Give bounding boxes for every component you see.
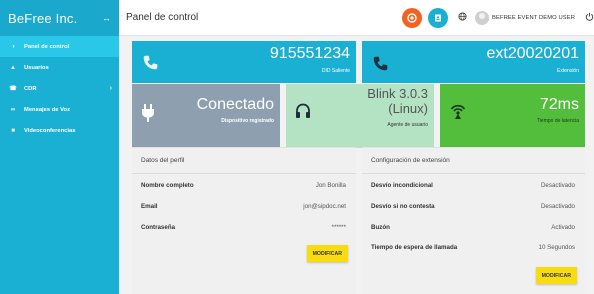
contacts-button[interactable] [428,7,449,28]
row-label: Nombre completo [141,182,194,189]
profile-panel: Datos del perfil Nombre completo Jon Bon… [132,147,356,294]
row-value: Jon Bonilla [315,182,346,189]
profile-panel-title: Datos del perfil [132,148,356,174]
ext-row-unconditional-forward: Desvío incondicional Desactivado [371,182,575,189]
sidebar-item-label: Mensajes de Voz [24,106,70,113]
avatar[interactable] [475,10,490,25]
sidebar-item-videoconferencias[interactable]: ■ Videoconferencias [0,120,119,141]
support-button[interactable] [402,7,423,28]
row-label: Tiempo de espera de llamada [371,244,458,251]
plug-icon [141,104,155,127]
dashboard-icon: ◑ [11,43,15,50]
agent-label: Agente de usuario [387,122,428,128]
profile-row-email: Email jon@sipdoc.net [141,203,346,210]
address-book-icon [435,14,442,21]
row-label: Desvío incondicional [371,182,433,189]
sidebar-item-label: Panel de control [24,43,70,50]
connection-card: Conectado Dispositivo registrado [132,84,280,148]
ext-row-no-answer-forward: Desvío si no contesta Desactivado [371,203,575,210]
phone-icon: ☎ [9,86,17,92]
sidebar: BeFree Inc. ↔ ◑ Panel de control ▲ Usuar… [0,0,119,294]
lifebuoy-icon [407,12,417,23]
wifi-icon [449,102,467,125]
user-name[interactable]: BEFREE EVENT DEMO USER [492,15,575,21]
row-value: Desactivado [540,203,575,210]
profile-row-full-name: Nombre completo Jon Bonilla [141,182,346,189]
phone-icon [372,55,389,77]
extension-label: Extensión [557,68,579,74]
extension-config-panel: Configuración de extensión Desvío incond… [362,147,585,294]
globe-icon[interactable] [458,12,467,23]
sidebar-nav: ◑ Panel de control ▲ Usuarios ☎ CDR › ∞ … [0,36,119,141]
row-value: ****** [331,224,346,231]
user-agent-card: Blink 3.0.3 (Linux) Agente de usuario [286,84,434,148]
dashboard-main: 915551234 DID Saliente ext20020201 Exten… [119,36,594,294]
did-label: DID Saliente [321,68,350,74]
did-card: 915551234 DID Saliente [132,41,356,83]
row-label: Email [141,203,158,210]
brand-bar: BeFree Inc. ↔ [0,0,119,36]
headset-icon [295,103,311,125]
row-value: jon@sipdoc.net [303,203,346,210]
connection-value: Conectado [196,96,274,113]
sidebar-item-cdr[interactable]: ☎ CDR › [0,78,119,99]
extension-card: ext20020201 Extensión [362,41,585,83]
brand-name: BeFree Inc. [8,10,78,26]
top-bar: Panel de control BEFREE EVENT DEMO USER [119,0,594,36]
chevron-right-icon: › [109,85,112,92]
row-value: Activado [551,224,575,231]
ext-row-voicemail: Buzón Activado [371,224,575,231]
row-value: Desactivado [540,182,575,189]
sidebar-item-label: CDR [24,85,37,92]
sidebar-item-label: Usuarios [24,64,49,71]
sidebar-item-label: Videoconferencias [24,127,76,134]
row-label: Desvío si no contesta [371,203,435,210]
sidebar-item-panel-de-control[interactable]: ◑ Panel de control [0,36,119,57]
page-title: Panel de control [126,12,199,23]
modify-profile-button[interactable]: MODIFICAR [306,245,348,262]
video-icon: ■ [11,127,15,134]
latency-label: Tiempo de latencia [536,118,579,124]
row-label: Buzón [371,224,390,231]
sidebar-item-usuarios[interactable]: ▲ Usuarios [0,57,119,78]
sidebar-item-mensajes-de-voz[interactable]: ∞ Mensajes de Voz [0,99,119,120]
collapse-arrows-icon[interactable]: ↔ [102,13,111,23]
ext-row-call-wait-time: Tiempo de espera de llamada 10 Segundos [371,244,575,251]
agent-value-line2: (Linux) [388,101,428,116]
user-icon: ▲ [10,64,16,71]
modify-extension-button[interactable]: MODIFICAR [535,267,577,284]
row-value: 10 Segundos [538,244,575,251]
extension-config-title: Configuración de extensión [362,148,585,174]
did-value: 915551234 [269,45,350,62]
voicemail-icon: ∞ [10,106,16,113]
latency-card: 72ms Tiempo de latencia [440,84,585,148]
profile-row-password: Contraseña ****** [141,224,346,231]
agent-value-line1: Blink 3.0.3 [367,86,428,101]
latency-value: 72ms [539,96,579,113]
connection-label: Dispositivo registrado [221,118,274,124]
power-icon[interactable] [585,12,594,23]
row-label: Contraseña [141,224,176,231]
phone-icon [142,54,159,76]
extension-value: ext20020201 [486,45,579,62]
